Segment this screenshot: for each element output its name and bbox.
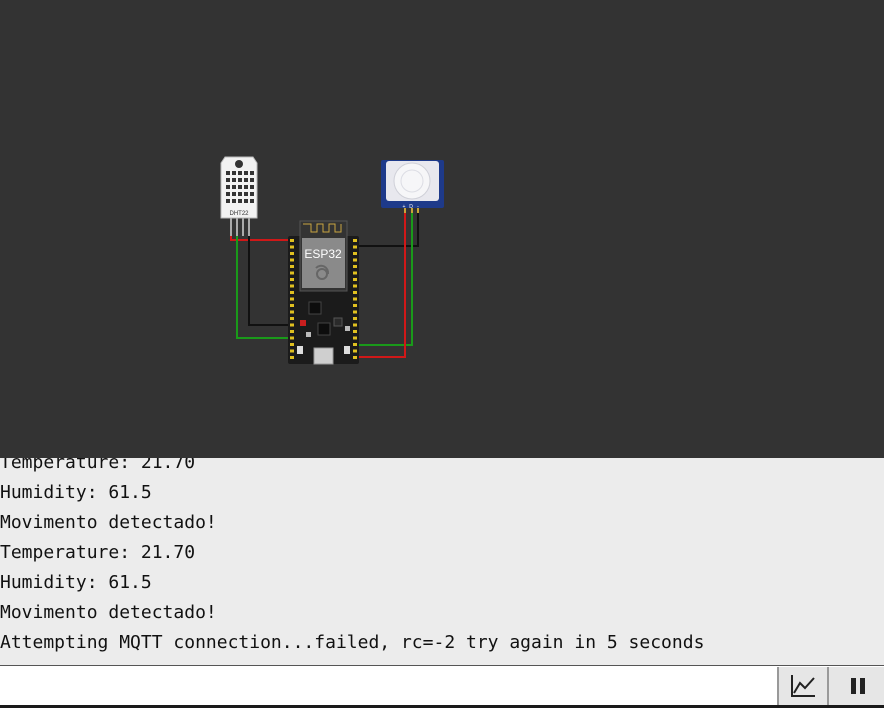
esp32-pin[interactable] xyxy=(290,356,294,359)
esp32-pin[interactable] xyxy=(290,349,294,353)
esp32-pin[interactable] xyxy=(353,323,357,327)
esp32-pin[interactable] xyxy=(353,330,357,333)
esp32-pin[interactable] xyxy=(290,323,294,327)
wire-pir-ground[interactable] xyxy=(356,210,419,247)
wire-dht-data[interactable] xyxy=(236,235,292,339)
esp32-pin[interactable] xyxy=(353,336,357,340)
serial-monitor: Temperature: 21.70 Humidity: 61.5 Movime… xyxy=(0,458,884,665)
esp32-pin[interactable] xyxy=(353,310,357,314)
esp32-pin[interactable] xyxy=(290,297,294,301)
esp32-pin[interactable] xyxy=(290,291,294,294)
esp32-pin[interactable] xyxy=(353,291,357,294)
plotter-button[interactable] xyxy=(777,667,827,705)
esp32-pin[interactable] xyxy=(290,258,294,262)
circuit-diagram: DHT22 + D - ESP32 xyxy=(220,156,444,365)
serial-input[interactable] xyxy=(0,666,776,706)
esp32-pin[interactable] xyxy=(290,343,294,346)
esp32-pin[interactable] xyxy=(290,304,294,307)
esp32-pin[interactable] xyxy=(353,304,357,307)
esp32-pin[interactable] xyxy=(290,265,294,268)
esp32-pin[interactable] xyxy=(290,278,294,281)
serial-line: Humidity: 61.5 xyxy=(0,482,152,503)
esp32-pin[interactable] xyxy=(353,252,357,255)
esp32-board[interactable]: ESP32 xyxy=(288,220,359,365)
esp32-pin[interactable] xyxy=(290,284,294,288)
esp32-pin[interactable] xyxy=(353,317,357,320)
esp32-pin[interactable] xyxy=(353,258,357,262)
serial-line: Temperature: 21.70 xyxy=(0,542,196,563)
serial-line: Movimento detectado! xyxy=(0,512,217,533)
esp32-pin[interactable] xyxy=(290,317,294,320)
esp32-pin[interactable] xyxy=(290,271,294,275)
esp32-pin[interactable] xyxy=(353,239,357,242)
serial-line: Movimento detectado! xyxy=(0,602,217,623)
esp32-pin[interactable] xyxy=(353,284,357,288)
wire-dht-ground[interactable] xyxy=(248,235,292,326)
esp32-pin[interactable] xyxy=(290,245,294,249)
dht22-label: DHT22 xyxy=(229,211,249,217)
wire-pir-power[interactable] xyxy=(356,210,406,358)
esp32-pin[interactable] xyxy=(353,297,357,301)
esp32-pin[interactable] xyxy=(290,330,294,333)
esp32-pin[interactable] xyxy=(353,349,357,353)
esp32-pin[interactable] xyxy=(290,336,294,340)
serial-input-bar xyxy=(0,665,884,708)
pir-motion-sensor[interactable]: + D - xyxy=(381,160,444,213)
line-chart-icon xyxy=(791,675,815,697)
pause-button[interactable] xyxy=(827,667,884,705)
esp32-pin[interactable] xyxy=(353,245,357,249)
esp32-pin[interactable] xyxy=(290,252,294,255)
dht22-sensor[interactable]: DHT22 xyxy=(220,156,258,236)
esp32-pin[interactable] xyxy=(290,310,294,314)
esp32-label: ESP32 xyxy=(304,247,342,261)
esp32-pin[interactable] xyxy=(353,265,357,268)
esp32-pin[interactable] xyxy=(353,343,357,346)
pause-icon xyxy=(850,678,865,694)
esp32-pin[interactable] xyxy=(353,356,357,359)
serial-line: Humidity: 61.5 xyxy=(0,572,152,593)
serial-line: Temperature: 21.70 xyxy=(0,458,196,473)
esp32-pin[interactable] xyxy=(290,239,294,242)
wire-dht-power[interactable] xyxy=(230,235,290,241)
serial-line: Attempting MQTT connection...failed, rc=… xyxy=(0,632,705,653)
esp32-pin[interactable] xyxy=(353,271,357,275)
simulation-canvas[interactable]: DHT22 + D - ESP32 xyxy=(0,0,884,458)
esp32-pin[interactable] xyxy=(353,278,357,281)
